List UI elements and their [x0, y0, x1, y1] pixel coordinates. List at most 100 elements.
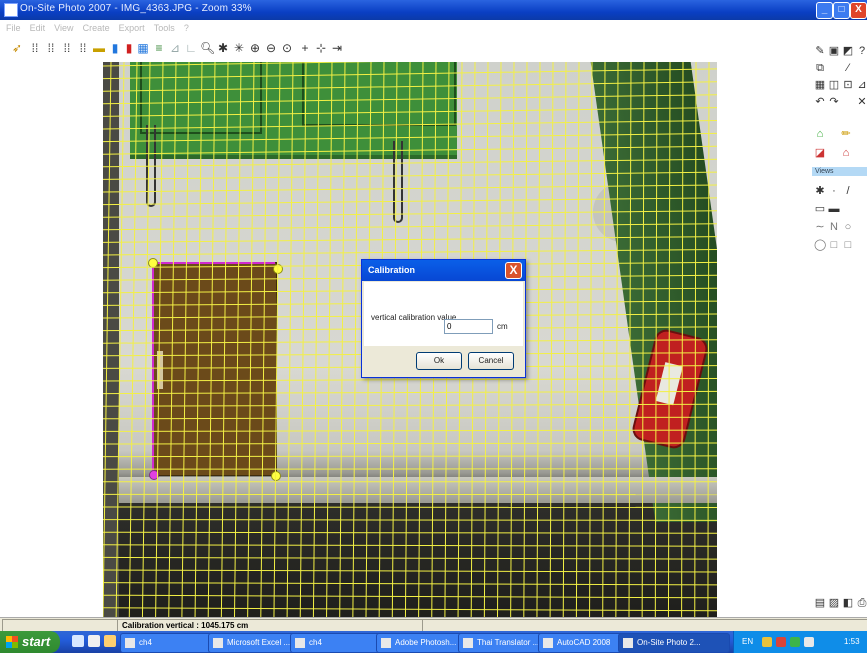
calibration-value-input[interactable]	[444, 319, 493, 334]
grid-line-vertical	[260, 62, 268, 617]
save-icon[interactable]: ✎	[814, 45, 826, 57]
window-icon[interactable]: ⊡	[842, 79, 854, 91]
dot-tool-icon[interactable]: ·	[828, 185, 840, 197]
ruler-icon[interactable]: ▬	[92, 41, 106, 55]
grid-line-horizontal	[103, 403, 717, 407]
tray-icon[interactable]	[790, 637, 800, 647]
shape-tool-icon[interactable]: ◯	[814, 239, 826, 251]
grid-line-horizontal	[103, 223, 717, 231]
quicklaunch-icon[interactable]	[72, 635, 84, 647]
disk-icon[interactable]: ▣	[828, 45, 840, 57]
language-indicator[interactable]: EN	[742, 631, 753, 653]
frame-icon[interactable]: ◫	[828, 79, 840, 91]
menu-create[interactable]: Create	[83, 20, 110, 37]
quicklaunch-icon[interactable]	[88, 635, 100, 647]
ok-button[interactable]: Ok	[416, 352, 462, 370]
quicklaunch-icon[interactable]	[104, 635, 116, 647]
help-icon[interactable]: ?	[856, 45, 867, 57]
taskbar-item[interactable]: Microsoft Excel ...	[208, 633, 298, 653]
grid-fine-icon[interactable]: ⁞⁞	[60, 41, 74, 55]
minimize-button[interactable]: _	[816, 2, 833, 19]
maximize-button[interactable]: □	[833, 2, 850, 19]
table-icon[interactable]: ▦	[814, 79, 826, 91]
export-icon[interactable]: ◧	[842, 597, 854, 609]
curve-tool-icon[interactable]: ∼	[814, 221, 826, 233]
house-icon[interactable]: ⌂	[840, 147, 852, 159]
preview-icon[interactable]: ▨	[828, 597, 840, 609]
copy-icon[interactable]: ⧉	[814, 62, 826, 74]
polyline-tool-icon[interactable]: N	[828, 221, 840, 233]
cancel-button[interactable]: Cancel	[468, 352, 514, 370]
page-icon[interactable]: ▤	[814, 597, 826, 609]
taskbar-item[interactable]: Thai Translator ...	[458, 633, 548, 653]
chart-icon[interactable]: ◪	[814, 147, 826, 159]
rect-fill-icon[interactable]: ▬	[828, 203, 840, 215]
square-tool-icon[interactable]: □	[828, 239, 840, 251]
grid-line-horizontal	[103, 455, 717, 458]
views-label[interactable]: Views	[812, 167, 867, 176]
rect-tool-icon[interactable]: ▭	[814, 203, 826, 215]
zoom-icon[interactable]: 🔍︎	[200, 41, 215, 55]
color-grid-icon[interactable]: ▦	[136, 41, 150, 55]
grid-dense-icon[interactable]: ⁞⁞	[44, 41, 58, 55]
menu-export[interactable]: Export	[119, 20, 145, 37]
zoom-area-icon[interactable]: ✱	[216, 41, 230, 55]
line-tool-icon[interactable]: /	[842, 185, 854, 197]
angle-icon[interactable]: ∟	[184, 41, 198, 55]
zoom-in-icon[interactable]: ⊕	[248, 41, 262, 55]
zoom-fit-icon[interactable]: ⊙	[280, 41, 294, 55]
open-icon[interactable]: ➶	[10, 41, 24, 55]
redo-icon[interactable]: ↷	[828, 96, 840, 108]
tray-icon[interactable]	[776, 637, 786, 647]
crosshair-icon[interactable]: +	[298, 41, 312, 55]
taskbar-item[interactable]: Adobe Photosh...	[376, 633, 466, 653]
delete-icon[interactable]: ✕	[856, 96, 867, 108]
point-tool-icon[interactable]: ✱	[814, 185, 826, 197]
properties-icon[interactable]: ◩	[842, 45, 854, 57]
dialog-title: Calibration	[368, 265, 416, 275]
menu-tools[interactable]: Tools	[154, 20, 175, 37]
grid-lines-icon[interactable]: ⁞⁞	[76, 41, 90, 55]
square2-tool-icon[interactable]: □	[842, 239, 854, 251]
grid-line-horizontal	[103, 390, 717, 395]
select-icon[interactable]: ⊹	[314, 41, 328, 55]
building-icon[interactable]: ⌂	[814, 128, 826, 140]
taskbar-item[interactable]: ch4	[120, 633, 212, 653]
arrow-icon[interactable]: ⇥	[330, 41, 344, 55]
close-button[interactable]: X	[850, 2, 867, 19]
grid-line-vertical	[247, 62, 255, 617]
print-icon[interactable]: ⎙	[856, 597, 867, 609]
pan-icon[interactable]: ✳	[232, 41, 246, 55]
undo-icon[interactable]: ↶	[814, 96, 826, 108]
color-red-icon[interactable]: ▮	[122, 41, 136, 55]
menu-file[interactable]: File	[6, 20, 21, 37]
perspective-icon[interactable]: ⊿	[168, 41, 182, 55]
taskbar-item[interactable]: AutoCAD 2008	[538, 633, 630, 653]
menu-view[interactable]: View	[54, 20, 73, 37]
grid-line-vertical	[273, 62, 281, 617]
menu-edit[interactable]: Edit	[30, 20, 46, 37]
angle-tool-icon[interactable]: ⊿	[856, 79, 867, 91]
grid-line-horizontal	[103, 378, 717, 382]
zoom-out-icon[interactable]: ⊖	[264, 41, 278, 55]
start-button[interactable]: start	[0, 631, 60, 653]
grid-icon[interactable]: ⁞⁞	[28, 41, 42, 55]
dialog-close-button[interactable]: X	[505, 262, 522, 279]
taskbar-item[interactable]: ch4	[290, 633, 382, 653]
tray-icon[interactable]	[804, 637, 814, 647]
tray-icon[interactable]	[762, 637, 772, 647]
menu-help[interactable]: ?	[184, 20, 189, 37]
grid-line-vertical	[352, 62, 359, 617]
grid-line-vertical	[155, 62, 164, 617]
pencil-icon[interactable]: ✏	[840, 128, 852, 140]
layers-icon[interactable]: ≡	[152, 41, 166, 55]
line-icon[interactable]: ⁄	[842, 62, 854, 74]
circle-tool-icon[interactable]: ○	[842, 221, 854, 233]
grid-line-vertical	[667, 62, 671, 617]
grid-line-horizontal	[103, 416, 717, 420]
grid-line-horizontal	[103, 506, 717, 508]
taskbar-item-active[interactable]: On-Site Photo 2...	[618, 633, 730, 653]
calibration-dialog: Calibration X vertical calibration value…	[361, 259, 526, 378]
color-blue-icon[interactable]: ▮	[108, 41, 122, 55]
grid-line-vertical	[286, 62, 294, 617]
